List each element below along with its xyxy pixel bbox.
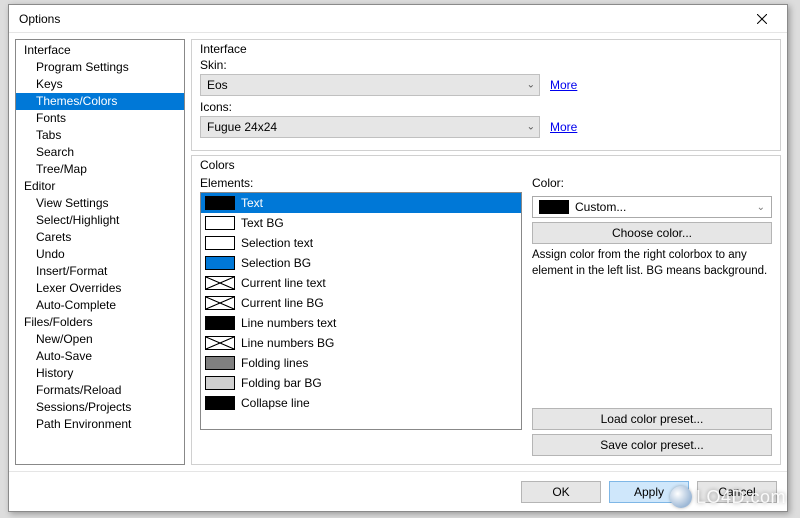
color-label: Color: (532, 176, 772, 190)
colors-group: Colors Elements: Text Text BG Selection te… (191, 155, 781, 465)
skin-more-link[interactable]: More (550, 78, 577, 92)
swatch-icon (205, 276, 235, 290)
color-swatch-icon (539, 200, 569, 214)
elements-label: Elements: (200, 176, 522, 190)
skin-label: Skin: (200, 58, 772, 72)
element-row[interactable]: Selection text (201, 233, 521, 253)
swatch-icon (205, 356, 235, 370)
color-description: Assign color from the right colorbox to … (532, 248, 772, 279)
tree-item[interactable]: Select/Highlight (16, 212, 184, 229)
ok-button[interactable]: OK (521, 481, 601, 503)
tree-item[interactable]: Tabs (16, 127, 184, 144)
elements-column: Elements: Text Text BG Selection text Selec… (200, 174, 522, 456)
category-tree[interactable]: InterfaceProgram SettingsKeysThemes/Colo… (15, 39, 185, 465)
close-icon (757, 14, 767, 24)
skin-value: Eos (207, 78, 228, 92)
element-label: Line numbers text (241, 315, 336, 331)
element-label: Selection text (241, 235, 313, 251)
choose-color-button[interactable]: Choose color... (532, 222, 772, 244)
icons-combo[interactable]: Fugue 24x24 ⌄ (200, 116, 540, 138)
element-row[interactable]: Current line BG (201, 293, 521, 313)
options-window: Options InterfaceProgram SettingsKeysThe… (8, 4, 788, 512)
tree-item[interactable]: Undo (16, 246, 184, 263)
cancel-button[interactable]: Cancel (697, 481, 777, 503)
titlebar: Options (9, 5, 787, 33)
element-label: Text BG (241, 215, 284, 231)
chevron-down-icon: ⌄ (527, 122, 535, 133)
element-row[interactable]: Folding bar BG (201, 373, 521, 393)
element-label: Folding lines (241, 355, 308, 371)
element-row[interactable]: Folding lines (201, 353, 521, 373)
tree-item[interactable]: Formats/Reload (16, 382, 184, 399)
load-preset-button[interactable]: Load color preset... (532, 408, 772, 430)
element-row[interactable]: Line numbers text (201, 313, 521, 333)
tree-item[interactable]: Insert/Format (16, 263, 184, 280)
swatch-icon (205, 336, 235, 350)
interface-group-title: Interface (200, 42, 772, 56)
chevron-down-icon: ⌄ (527, 80, 535, 91)
tree-item[interactable]: Interface (16, 42, 184, 59)
tree-item[interactable]: Keys (16, 76, 184, 93)
swatch-icon (205, 196, 235, 210)
tree-item[interactable]: Auto-Complete (16, 297, 184, 314)
tree-item[interactable]: Search (16, 144, 184, 161)
tree-item[interactable]: Files/Folders (16, 314, 184, 331)
tree-item[interactable]: Sessions/Projects (16, 399, 184, 416)
interface-group: Interface Skin: Eos ⌄ More Icons: Fugue … (191, 39, 781, 151)
close-button[interactable] (741, 6, 783, 32)
tree-item[interactable]: Fonts (16, 110, 184, 127)
icons-more-link[interactable]: More (550, 120, 577, 134)
elements-list[interactable]: Text Text BG Selection text Selection BG Cur… (200, 192, 522, 430)
footer: OK Apply Cancel (9, 471, 787, 511)
swatch-icon (205, 396, 235, 410)
tree-item[interactable]: Program Settings (16, 59, 184, 76)
tree-item[interactable]: Tree/Map (16, 161, 184, 178)
swatch-icon (205, 316, 235, 330)
element-row[interactable]: Selection BG (201, 253, 521, 273)
element-label: Line numbers BG (241, 335, 334, 351)
swatch-icon (205, 236, 235, 250)
color-combo[interactable]: Custom... ⌄ (532, 196, 772, 218)
swatch-icon (205, 216, 235, 230)
tree-item[interactable]: History (16, 365, 184, 382)
tree-item[interactable]: Lexer Overrides (16, 280, 184, 297)
apply-button[interactable]: Apply (609, 481, 689, 503)
icons-label: Icons: (200, 100, 772, 114)
swatch-icon (205, 256, 235, 270)
element-label: Selection BG (241, 255, 311, 271)
element-row[interactable]: Collapse line (201, 393, 521, 413)
element-label: Current line text (241, 275, 326, 291)
element-label: Current line BG (241, 295, 324, 311)
element-row[interactable]: Text (201, 193, 521, 213)
element-label: Text (241, 195, 263, 211)
tree-item[interactable]: Auto-Save (16, 348, 184, 365)
chevron-down-icon: ⌄ (757, 202, 765, 213)
right-pane: Interface Skin: Eos ⌄ More Icons: Fugue … (191, 39, 781, 465)
tree-item[interactable]: Carets (16, 229, 184, 246)
colors-group-title: Colors (200, 158, 772, 172)
element-row[interactable]: Line numbers BG (201, 333, 521, 353)
element-label: Folding bar BG (241, 375, 322, 391)
tree-item[interactable]: Path Environment (16, 416, 184, 433)
save-preset-button[interactable]: Save color preset... (532, 434, 772, 456)
tree-item[interactable]: Themes/Colors (16, 93, 184, 110)
swatch-icon (205, 376, 235, 390)
skin-combo[interactable]: Eos ⌄ (200, 74, 540, 96)
window-title: Options (19, 12, 741, 26)
color-value: Custom... (575, 200, 626, 214)
swatch-icon (205, 296, 235, 310)
element-label: Collapse line (241, 395, 310, 411)
color-column: Color: Custom... ⌄ Choose color... Assig… (532, 174, 772, 456)
element-row[interactable]: Current line text (201, 273, 521, 293)
tree-item[interactable]: View Settings (16, 195, 184, 212)
tree-item[interactable]: Editor (16, 178, 184, 195)
icons-value: Fugue 24x24 (207, 120, 277, 134)
element-row[interactable]: Text BG (201, 213, 521, 233)
body: InterfaceProgram SettingsKeysThemes/Colo… (9, 33, 787, 471)
tree-item[interactable]: New/Open (16, 331, 184, 348)
